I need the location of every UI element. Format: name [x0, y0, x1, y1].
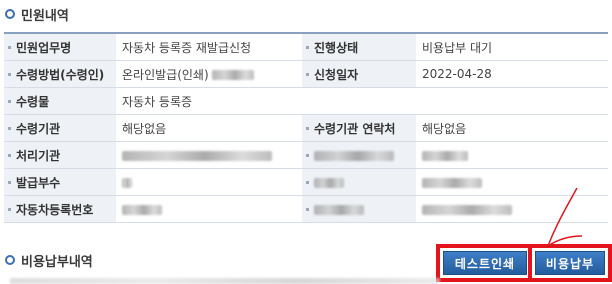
circle-bullet-icon — [5, 255, 15, 265]
redacted-text — [422, 204, 512, 215]
table-row: 자동차등록번호 — [4, 195, 608, 223]
label-redacted — [302, 168, 416, 196]
label-receipt-item: 수령물 — [4, 87, 116, 115]
value-redacted — [416, 141, 608, 169]
table-row: 발급부수 — [4, 168, 608, 196]
value-receipt-agency: 해당없음 — [116, 114, 302, 142]
label-processing-agency: 처리기관 — [4, 141, 116, 169]
label-vehicle-number: 자동차등록번호 — [4, 195, 116, 223]
value-redacted — [416, 195, 608, 223]
pay-fee-button[interactable]: 비용납부 — [535, 251, 605, 275]
circle-bullet-icon — [5, 9, 15, 19]
value-task-name: 자동차 등록증 재발급신청 — [116, 32, 302, 61]
test-print-button[interactable]: 테스트인쇄 — [443, 251, 527, 275]
label-status: 진행상태 — [302, 32, 416, 61]
value-copies — [116, 168, 302, 196]
value-processing-agency — [116, 141, 302, 169]
label-receipt-method: 수령방법(수령인) — [4, 60, 116, 88]
redacted-text — [314, 150, 394, 161]
value-receipt-method: 온라인발급(인쇄) — [122, 67, 209, 82]
redacted-text — [122, 204, 162, 215]
redacted-text — [212, 70, 255, 80]
pay-fee-highlight: 비용납부 — [528, 244, 612, 282]
fee-section-label: 비용납부내역 — [21, 254, 93, 270]
label-redacted — [302, 195, 416, 223]
label-copies: 발급부수 — [4, 168, 116, 196]
complaint-section-title: 민원내역 — [5, 4, 69, 24]
fee-section-title: 비용납부내역 — [5, 250, 93, 270]
redacted-text — [422, 177, 482, 188]
test-print-highlight: 테스트인쇄 — [436, 244, 534, 282]
redacted-text — [122, 177, 132, 188]
table-row: 수령기관 해당없음 수령기관 연락처 해당없음 — [4, 114, 608, 142]
redacted-text — [122, 150, 272, 161]
label-receipt-agency: 수령기관 — [4, 114, 116, 142]
redacted-text — [314, 177, 344, 188]
label-agency-contact: 수령기관 연락처 — [302, 114, 416, 142]
value-redacted — [416, 168, 608, 196]
table-row: 민원업무명 자동차 등록증 재발급신청 진행상태 비용납부 대기 — [4, 32, 608, 61]
value-status: 비용납부 대기 — [416, 32, 608, 61]
value-receipt-item: 자동차 등록증 — [116, 87, 608, 115]
label-redacted — [302, 141, 416, 169]
value-agency-contact: 해당없음 — [416, 114, 608, 142]
label-application-date: 신청일자 — [302, 60, 416, 88]
table-row: 수령방법(수령인) 온라인발급(인쇄) 신청일자 2022-04-28 — [4, 60, 608, 88]
complaint-section-label: 민원내역 — [21, 8, 69, 24]
value-application-date: 2022-04-28 — [416, 60, 608, 88]
complaint-details-table: 민원업무명 자동차 등록증 재발급신청 진행상태 비용납부 대기 수령방법(수령… — [4, 32, 608, 223]
redacted-text — [314, 204, 364, 215]
value-vehicle-number — [116, 195, 302, 223]
table-row: 처리기관 — [4, 141, 608, 169]
redacted-text — [422, 150, 468, 161]
value-receipt-method-cell: 온라인발급(인쇄) — [116, 60, 302, 88]
redacted-footer-text — [10, 278, 440, 284]
label-task-name: 민원업무명 — [4, 32, 116, 61]
table-row: 수령물 자동차 등록증 — [4, 87, 608, 115]
